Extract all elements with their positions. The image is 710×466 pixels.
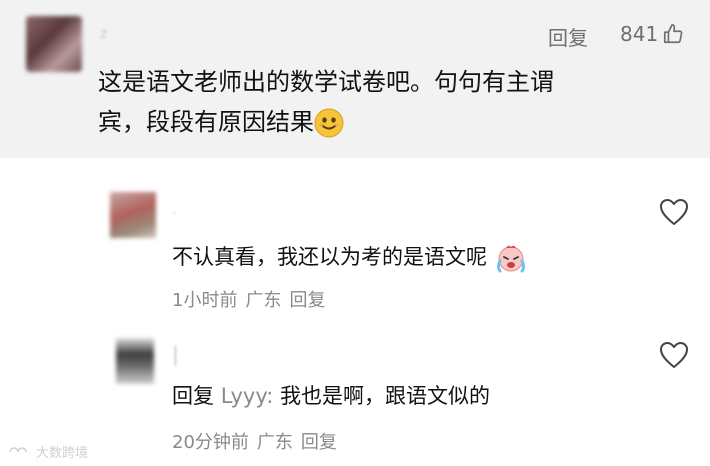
- avatar[interactable]: [26, 16, 82, 72]
- reply-text-content: 不认真看，我还以为考的是语文呢: [172, 245, 487, 269]
- username-blurred[interactable]: z: [100, 26, 107, 42]
- reply-text: 不认真看，我还以为考的是语文呢: [172, 241, 528, 273]
- reply-time: 20分钟前: [172, 432, 249, 453]
- reply-meta: 1小时前 广东 回复: [172, 286, 325, 312]
- smile-emoji-icon: [314, 108, 344, 138]
- comment-text-line2-wrap: 宾，段段有原因结果: [98, 102, 658, 142]
- reply-button[interactable]: 回复: [289, 286, 325, 312]
- reply-meta: 20分钟前 广东 回复: [172, 428, 337, 454]
- reply-text-content: 我也是啊，跟语文似的: [279, 384, 490, 408]
- reply-prefix: 回复: [172, 384, 214, 408]
- thumbs-up-icon: [664, 24, 683, 44]
- avatar[interactable]: [116, 338, 154, 384]
- username-blurred[interactable]: |: [172, 342, 179, 366]
- like-count: 841: [620, 22, 659, 46]
- username-blurred[interactable]: ·: [172, 206, 176, 222]
- heart-icon[interactable]: [658, 197, 690, 227]
- avatar[interactable]: [110, 192, 156, 238]
- watermark-text: 大数跨境: [36, 446, 89, 461]
- reply-button[interactable]: 回复: [548, 22, 588, 51]
- heart-icon[interactable]: [658, 340, 690, 370]
- comment-text-line1: 这是语文老师出的数学试卷吧。句句有主谓: [98, 68, 554, 96]
- crying-emoji-icon: [496, 245, 525, 273]
- like-button[interactable]: 841: [620, 22, 684, 46]
- reply-button[interactable]: 回复: [301, 428, 337, 454]
- watermark: 大数跨境: [6, 442, 88, 461]
- reply-to-username[interactable]: Lyyy:: [221, 384, 274, 408]
- comment-text: 这是语文老师出的数学试卷吧。句句有主谓 宾，段段有原因结果: [98, 62, 658, 142]
- comment-text-line2: 宾，段段有原因结果: [98, 108, 314, 136]
- watermark-logo-icon: [9, 446, 27, 452]
- reply-location: 广东: [256, 432, 293, 453]
- reply-time: 1小时前: [172, 290, 238, 311]
- reply-location: 广东: [245, 290, 282, 311]
- reply-text: 回复 Lyyy: 我也是啊，跟语文似的: [172, 380, 490, 410]
